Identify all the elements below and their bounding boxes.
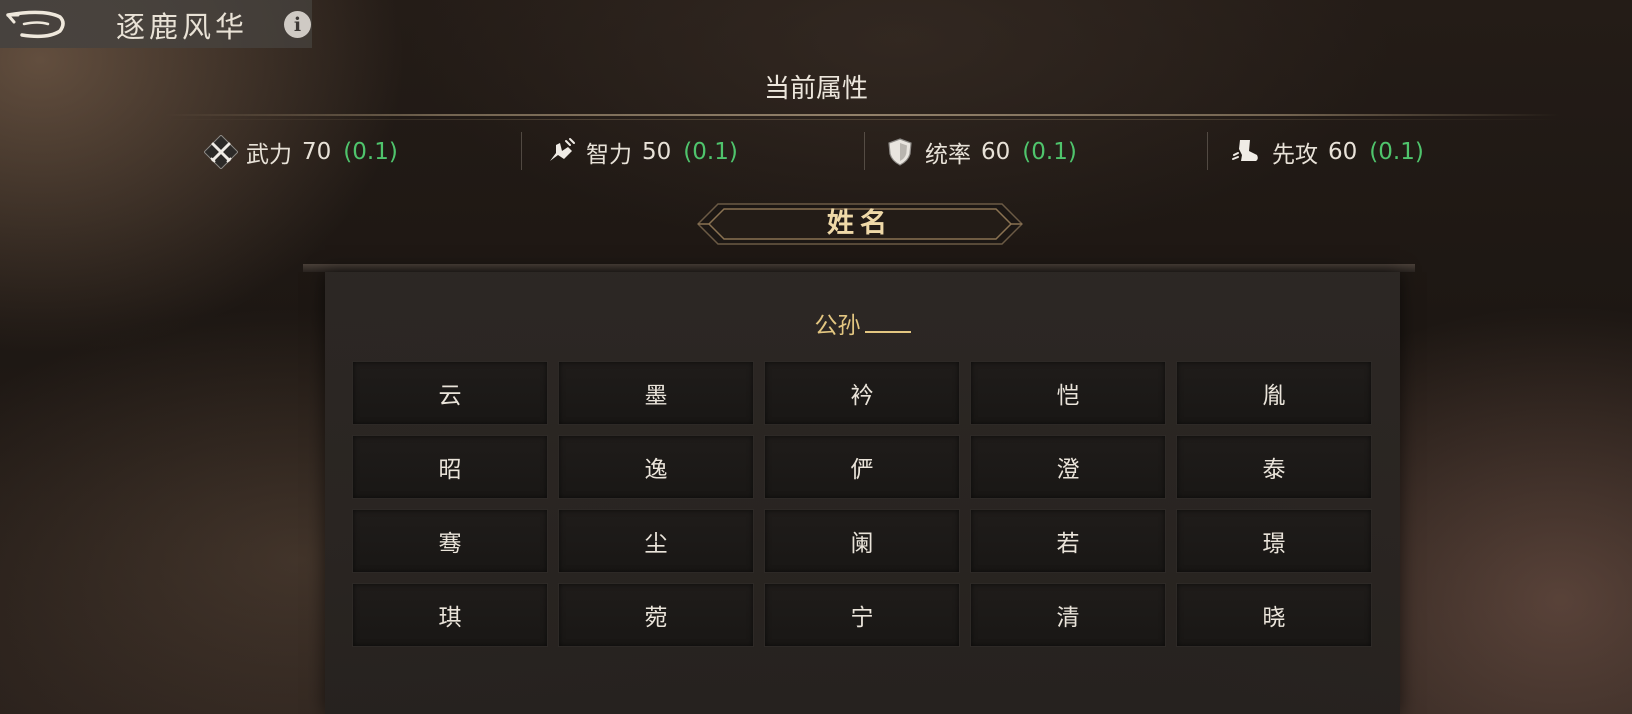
attributes-divider-thin <box>165 119 1560 120</box>
name-option[interactable]: 骞 <box>352 509 548 573</box>
top-bar: 逐鹿风华 i <box>0 0 312 48</box>
name-option[interactable]: 云 <box>352 361 548 425</box>
name-preview: 公孙 <box>325 306 1400 340</box>
name-option[interactable]: 阑 <box>764 509 960 573</box>
stat-initiative: 先攻 60 (0.1) <box>1230 132 1424 172</box>
name-section-title: 姓名 <box>696 202 1024 246</box>
name-option[interactable]: 琪 <box>352 583 548 647</box>
board-top-rail <box>303 264 1415 272</box>
page-title: 逐鹿风华 <box>116 10 249 44</box>
stat-value: 60 <box>1328 139 1358 165</box>
given-name-blank <box>864 315 911 333</box>
name-option[interactable]: 俨 <box>764 435 960 499</box>
stat-delta: (0.1) <box>683 139 738 165</box>
stat-strength: 武力 70 (0.1) <box>204 132 398 172</box>
name-option[interactable]: 璟 <box>1176 509 1372 573</box>
game-screen: 逐鹿风华 i 当前属性 武力 70 (0.1) 智力 50 (0.1) 统率 6… <box>0 0 1632 714</box>
name-option[interactable]: 逸 <box>558 435 754 499</box>
name-option[interactable]: 恺 <box>970 361 1166 425</box>
stat-command: 统率 60 (0.1) <box>883 132 1077 172</box>
name-option[interactable]: 墨 <box>558 361 754 425</box>
stat-label: 统率 <box>925 142 971 168</box>
name-option[interactable]: 晓 <box>1176 583 1372 647</box>
back-button[interactable] <box>0 0 70 48</box>
stat-value: 60 <box>981 139 1011 165</box>
stat-divider <box>864 132 865 170</box>
hand-intellect-icon <box>550 138 575 161</box>
name-option[interactable]: 宁 <box>764 583 960 647</box>
name-option[interactable]: 菀 <box>558 583 754 647</box>
name-option[interactable]: 胤 <box>1176 361 1372 425</box>
shield-icon <box>888 138 912 166</box>
boot-icon <box>1232 140 1258 161</box>
back-arrow-icon <box>6 10 65 39</box>
stat-intelligence: 智力 50 (0.1) <box>544 132 738 172</box>
stat-label: 武力 <box>246 142 292 168</box>
stat-divider <box>1207 132 1208 170</box>
name-option[interactable]: 衿 <box>764 361 960 425</box>
name-option[interactable]: 澄 <box>970 435 1166 499</box>
name-option[interactable]: 清 <box>970 583 1166 647</box>
stat-delta: (0.1) <box>343 139 398 165</box>
stat-delta: (0.1) <box>1022 139 1077 165</box>
given-name-grid: 云 墨 衿 恺 胤 昭 逸 俨 澄 泰 骞 尘 阑 若 璟 琪 菀 宁 清 晓 <box>352 361 1372 647</box>
name-option[interactable]: 昭 <box>352 435 548 499</box>
name-option[interactable]: 尘 <box>558 509 754 573</box>
surname-text: 公孙 <box>814 313 861 339</box>
stat-label: 先攻 <box>1272 142 1318 168</box>
stat-label: 智力 <box>586 142 632 168</box>
crossed-swords-icon <box>204 135 238 169</box>
name-section-label: 姓名 <box>827 208 893 239</box>
name-option[interactable]: 若 <box>970 509 1166 573</box>
info-icon[interactable]: i <box>284 11 311 38</box>
name-picker-board: 公孙 云 墨 衿 恺 胤 昭 逸 俨 澄 泰 骞 尘 阑 若 璟 琪 菀 宁 清… <box>325 272 1400 714</box>
stat-value: 50 <box>642 139 672 165</box>
attributes-heading: 当前属性 <box>763 74 868 104</box>
stat-value: 70 <box>302 139 332 165</box>
stat-delta: (0.1) <box>1369 139 1424 165</box>
name-option[interactable]: 泰 <box>1176 435 1372 499</box>
stat-divider <box>521 132 522 170</box>
attributes-divider <box>165 114 1560 116</box>
